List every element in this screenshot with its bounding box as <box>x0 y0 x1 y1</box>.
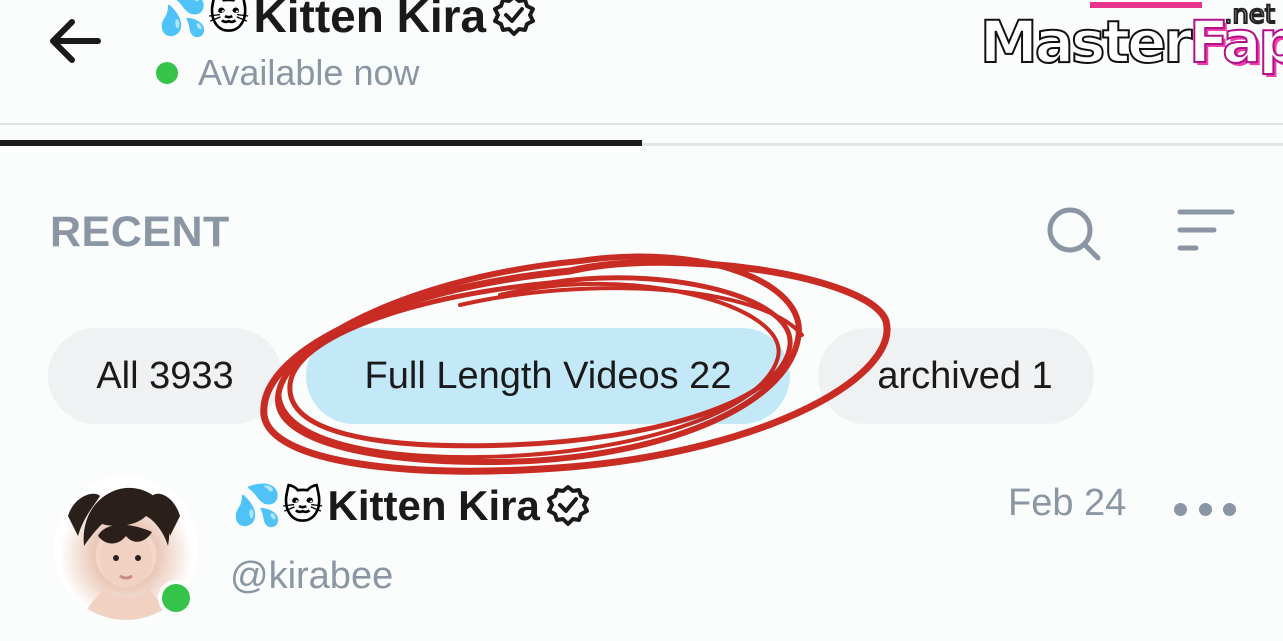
post-date: Feb 24 <box>1008 482 1127 524</box>
online-indicator <box>158 580 194 616</box>
filter-chip-archived[interactable]: archived 1 <box>818 328 1094 424</box>
search-icon <box>1047 207 1101 261</box>
more-dot <box>1223 502 1236 516</box>
status-text: Available now <box>198 52 420 93</box>
availability-status: Available now <box>156 52 419 94</box>
verified-badge-icon <box>546 485 589 526</box>
sort-icon <box>1177 209 1235 251</box>
watermark-part-b: Fap <box>1188 7 1283 77</box>
more-dots-icon <box>1174 502 1187 516</box>
filter-chip-full-length-videos[interactable]: Full Length Videos 22 <box>306 328 790 424</box>
title-emojis: 💦🐱 <box>158 0 250 39</box>
header-divider <box>0 123 1283 125</box>
tab-track <box>640 143 1283 146</box>
site-watermark-logo: .net MasterFap <box>978 0 1283 80</box>
verified-badge-icon <box>493 0 536 36</box>
author-emojis: 💦🐱 <box>232 483 324 529</box>
arrow-left-icon <box>50 19 101 63</box>
sort-button[interactable] <box>1172 204 1238 260</box>
online-dot <box>156 62 178 84</box>
post-author[interactable]: 💦🐱 Kitten Kira <box>232 478 590 534</box>
author-handle[interactable]: @kirabee <box>230 555 393 598</box>
section-title: RECENT <box>50 208 230 256</box>
chat-title[interactable]: 💦🐱 Kitten Kira <box>158 0 536 46</box>
tab-active-indicator[interactable] <box>0 140 642 146</box>
author-name: Kitten Kira <box>327 482 540 529</box>
back-button[interactable] <box>44 12 106 70</box>
more-options-button[interactable] <box>1174 494 1236 524</box>
search-button[interactable] <box>1040 200 1106 266</box>
watermark-part-a: Master <box>979 7 1193 77</box>
filter-chip-all[interactable]: All 3933 <box>48 328 282 424</box>
more-dot <box>1198 502 1212 516</box>
creator-name: Kitten Kira <box>253 0 487 42</box>
